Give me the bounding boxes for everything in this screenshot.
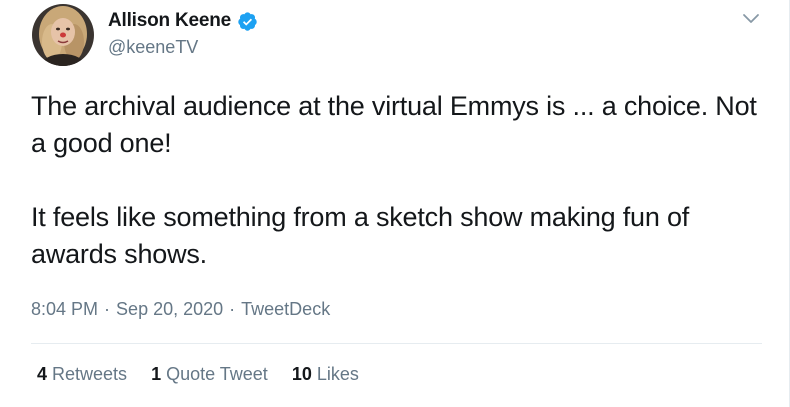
tweet-paragraph: It feels like something from a sketch sh… (31, 202, 690, 269)
divider (31, 343, 762, 344)
tweet-card: Allison Keene @keeneTV The archival audi… (0, 0, 790, 407)
meta-separator: · (104, 299, 111, 319)
tweet-stats: 4 Retweets 1 Quote Tweet 10 Likes (37, 364, 359, 385)
quote-tweet-label: Quote Tweet (166, 364, 268, 384)
likes-label: Likes (316, 364, 359, 384)
tweet-paragraph: The archival audience at the virtual Emm… (31, 91, 757, 158)
avatar-image (32, 4, 94, 66)
display-name[interactable]: Allison Keene (108, 10, 231, 32)
likes-count: 10 (291, 364, 312, 384)
quote-tweet-count: 1 (151, 364, 162, 384)
user-handle[interactable]: @keeneTV (108, 37, 198, 58)
tweet-meta: 8:04 PM · Sep 20, 2020 · TweetDeck (31, 299, 330, 320)
tweet-time[interactable]: 8:04 PM (31, 299, 98, 320)
retweets-label: Retweets (52, 364, 128, 384)
chevron-down-icon[interactable] (742, 12, 760, 26)
retweets-stat[interactable]: 4 Retweets (37, 364, 127, 385)
meta-separator: · (229, 299, 236, 319)
avatar[interactable] (32, 4, 94, 66)
likes-stat[interactable]: 10 Likes (292, 364, 359, 385)
quote-tweet-stat[interactable]: 1 Quote Tweet (151, 364, 268, 385)
retweets-count: 4 (37, 364, 48, 384)
display-name-row[interactable]: Allison Keene (108, 9, 258, 33)
tweet-text: The archival audience at the virtual Emm… (31, 88, 761, 273)
tweet-source[interactable]: TweetDeck (241, 299, 330, 320)
verified-badge-icon (237, 11, 258, 32)
tweet-date[interactable]: Sep 20, 2020 (116, 299, 223, 320)
